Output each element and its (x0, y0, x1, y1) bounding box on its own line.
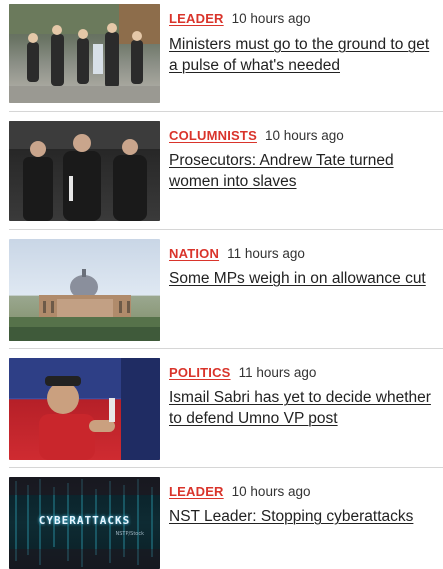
article-meta: NATION 11 hours ago (169, 244, 305, 262)
list-item[interactable]: LEADER 10 hours ago Ministers must go to… (0, 4, 443, 112)
article-meta: LEADER 10 hours ago (169, 9, 310, 27)
category-link[interactable]: NATION (169, 246, 219, 261)
article-meta: POLITICS 11 hours ago (169, 363, 316, 381)
list-item[interactable]: NATION 11 hours ago Some MPs weigh in on… (0, 239, 443, 349)
article-meta: COLUMNISTS 10 hours ago (169, 126, 344, 144)
article-thumbnail[interactable] (9, 121, 160, 221)
timestamp: 10 hours ago (231, 10, 311, 26)
image-caption-text: CYBERATTACKS (38, 514, 131, 527)
headline-link[interactable]: Ismail Sabri has yet to decide whether t… (169, 387, 439, 429)
headline-link[interactable]: Some MPs weigh in on allowance cut (169, 268, 439, 289)
timestamp: 10 hours ago (231, 483, 311, 499)
image-credit: NSTP/Stock (115, 531, 144, 537)
headline-link[interactable]: Prosecutors: Andrew Tate turned women in… (169, 150, 439, 192)
divider (9, 111, 443, 112)
article-thumbnail[interactable] (9, 239, 160, 341)
category-link[interactable]: LEADER (169, 11, 224, 26)
divider (9, 467, 443, 468)
article-thumbnail[interactable] (9, 358, 160, 460)
article-meta: LEADER 10 hours ago (169, 482, 310, 500)
category-link[interactable]: POLITICS (169, 365, 231, 380)
list-item[interactable]: COLUMNISTS 10 hours ago Prosecutors: And… (0, 121, 443, 230)
category-link[interactable]: COLUMNISTS (169, 128, 257, 143)
headline-link[interactable]: NST Leader: Stopping cyberattacks (169, 506, 439, 527)
category-link[interactable]: LEADER (169, 484, 224, 499)
list-item[interactable]: CYBERATTACKS NSTP/Stock LEADER 10 hours … (0, 477, 443, 569)
timestamp: 11 hours ago (238, 364, 317, 380)
divider (9, 229, 443, 230)
headline-link[interactable]: Ministers must go to the ground to get a… (169, 34, 439, 76)
article-thumbnail[interactable] (9, 4, 160, 103)
timestamp: 10 hours ago (264, 127, 344, 143)
divider (9, 348, 443, 349)
timestamp: 11 hours ago (227, 245, 305, 261)
list-item[interactable]: POLITICS 11 hours ago Ismail Sabri has y… (0, 358, 443, 468)
article-thumbnail[interactable]: CYBERATTACKS NSTP/Stock (9, 477, 160, 569)
